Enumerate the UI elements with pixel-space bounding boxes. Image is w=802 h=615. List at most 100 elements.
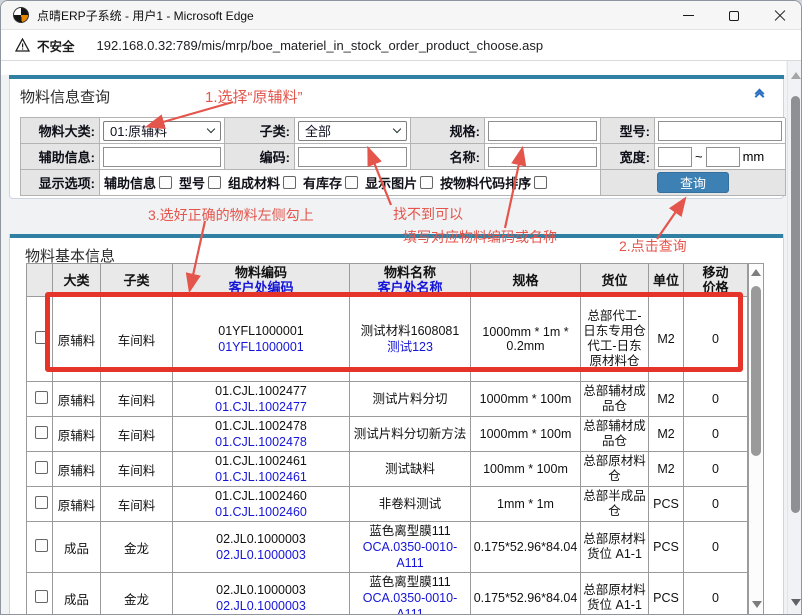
width-label: 宽度: <box>601 144 655 170</box>
display-option-label: 辅助信息 <box>104 173 156 192</box>
row-checkbox[interactable] <box>35 496 48 509</box>
display-option-checkbox[interactable] <box>534 176 547 189</box>
page-scrollbar[interactable] <box>787 61 802 615</box>
name-label: 名称: <box>411 144 485 170</box>
column-header: 移动价格 <box>684 264 748 297</box>
close-icon <box>774 10 786 22</box>
chevron-down-icon <box>393 125 401 133</box>
row-checkbox[interactable] <box>35 539 48 552</box>
maximize-button[interactable] <box>711 1 757 30</box>
display-option-label: 按物料代码排序 <box>440 173 531 192</box>
display-option-label: 有库存 <box>303 173 342 192</box>
width-min-input[interactable] <box>658 147 692 167</box>
width-max-input[interactable] <box>706 147 740 167</box>
table-row: 原辅料车间料01YFL100000101YFL1000001测试材料160808… <box>27 297 748 382</box>
width-separator: ~ <box>695 149 703 164</box>
column-header: 单位 <box>649 264 684 297</box>
table-row: 原辅料车间料01.CJL.100247701.CJL.1002477测试片料分切… <box>27 382 748 417</box>
model-input[interactable] <box>658 121 782 141</box>
display-options-group: 辅助信息 型号 组成材料 有库存 显示图片 按物料代码排序 <box>100 170 601 196</box>
minimize-button[interactable] <box>665 1 711 30</box>
row-checkbox[interactable] <box>35 331 48 344</box>
row-checkbox[interactable] <box>35 426 48 439</box>
display-option-checkbox[interactable] <box>283 176 296 189</box>
query-button[interactable]: 查询 <box>657 172 729 193</box>
warning-icon <box>15 38 30 52</box>
material-category-select[interactable]: 01:原辅料 <box>103 121 221 141</box>
display-option-checkbox[interactable] <box>159 176 172 189</box>
panel-accent-bar <box>9 75 784 79</box>
collapse-panel-icon[interactable] <box>752 90 766 104</box>
column-header: 大类 <box>53 264 101 297</box>
display-option-label: 型号 <box>179 173 205 192</box>
window-title: 点晴ERP子系统 - 用户1 - Microsoft Edge <box>37 7 254 24</box>
app-favicon-icon <box>13 7 29 23</box>
scroll-up-icon[interactable] <box>751 269 761 276</box>
security-label[interactable]: 不安全 <box>37 36 75 55</box>
table-row: 成品金龙02.JL0.100000302.JL0.1000003蓝色离型膜111… <box>27 573 748 615</box>
material-category-label: 物料大类: <box>21 118 100 144</box>
aux-info-input[interactable] <box>103 147 221 167</box>
query-form: 物料大类: 01:原辅料 子类: 全部 规格: 型号: 辅助信息: 编码: 名称… <box>20 117 785 196</box>
sub-category-select[interactable]: 全部 <box>298 121 407 141</box>
table-row: 原辅料车间料01.CJL.100247801.CJL.1002478测试片料分切… <box>27 417 748 452</box>
title-bar: 点晴ERP子系统 - 用户1 - Microsoft Edge <box>1 1 802 30</box>
page-scroll-up-icon[interactable] <box>791 72 801 79</box>
column-header: 货位 <box>581 264 649 297</box>
annotation-click-query: 2.点击查询 <box>619 236 687 256</box>
column-header: 物料编码客户处编码 <box>173 264 350 297</box>
table-row: 原辅料车间料01.CJL.100246001.CJL.1002460非卷料测试1… <box>27 487 748 522</box>
material-table: 大类子类物料编码客户处编码物料名称客户处名称规格货位单位移动价格 原辅料车间料0… <box>26 263 748 615</box>
width-unit: mm <box>743 149 765 164</box>
spec-input[interactable] <box>488 121 597 141</box>
page-scroll-down-icon[interactable] <box>791 599 801 606</box>
display-option: 型号 <box>179 173 221 192</box>
code-input[interactable] <box>298 147 407 167</box>
display-options-label: 显示选项: <box>21 170 100 196</box>
name-input[interactable] <box>488 147 597 167</box>
display-option-checkbox[interactable] <box>345 176 358 189</box>
result-panel: 物料基本信息 大类子类物料编码客户处编码物料名称客户处名称规格货位单位移动价格 … <box>9 234 784 615</box>
table-row: 成品金龙02.JL0.100000302.JL0.1000003蓝色离型膜111… <box>27 522 748 573</box>
display-option-checkbox[interactable] <box>208 176 221 189</box>
row-checkbox[interactable] <box>35 590 48 603</box>
display-option-label: 显示图片 <box>365 173 417 192</box>
column-header: 子类 <box>101 264 173 297</box>
query-panel: 物料信息查询 物料大类: 01:原辅料 子类: 全部 规格: 型号: 辅助信息:… <box>9 75 784 199</box>
browser-window: 点晴ERP子系统 - 用户1 - Microsoft Edge 不安全 192.… <box>0 0 802 615</box>
scroll-down-icon[interactable] <box>752 601 762 608</box>
display-option: 显示图片 <box>365 173 433 192</box>
display-option: 辅助信息 <box>104 173 172 192</box>
table-header: 大类子类物料编码客户处编码物料名称客户处名称规格货位单位移动价格 <box>27 264 748 297</box>
table-scrollbar-thumb[interactable] <box>751 286 761 456</box>
url-text[interactable]: 192.168.0.32:789/mis/mrp/boe_materiel_in… <box>97 38 544 53</box>
annotation-select-category: 1.选择“原辅料” <box>205 86 303 107</box>
chevron-down-icon <box>207 125 215 133</box>
annotation-not-found-1: 找不到可以 <box>393 204 463 224</box>
sub-category-label: 子类: <box>225 118 295 144</box>
address-bar: 不安全 192.168.0.32:789/mis/mrp/boe_materie… <box>1 30 802 61</box>
column-header: 规格 <box>471 264 581 297</box>
annotation-not-found-2: 填写对应物料编码或名称 <box>403 227 557 247</box>
minimize-icon <box>683 15 694 16</box>
aux-info-label: 辅助信息: <box>21 144 100 170</box>
table-scrollbar[interactable] <box>748 263 764 615</box>
query-panel-title: 物料信息查询 <box>20 86 110 107</box>
display-option: 组成材料 <box>228 173 296 192</box>
spec-label: 规格: <box>411 118 485 144</box>
page-scrollbar-thumb[interactable] <box>791 96 800 513</box>
column-header <box>27 264 53 297</box>
display-option-label: 组成材料 <box>228 173 280 192</box>
row-checkbox[interactable] <box>35 461 48 474</box>
column-header: 物料名称客户处名称 <box>350 264 471 297</box>
display-option: 按物料代码排序 <box>440 173 547 192</box>
maximize-icon <box>729 11 739 21</box>
row-checkbox[interactable] <box>35 391 48 404</box>
code-label: 编码: <box>225 144 295 170</box>
model-label: 型号: <box>601 118 655 144</box>
display-option-checkbox[interactable] <box>420 176 433 189</box>
table-row: 原辅料车间料01.CJL.100246101.CJL.1002461测试缺料10… <box>27 452 748 487</box>
display-option: 有库存 <box>303 173 358 192</box>
close-button[interactable] <box>757 1 802 30</box>
annotation-check-material: 3.选好正确的物料左侧勾上 <box>148 205 314 225</box>
